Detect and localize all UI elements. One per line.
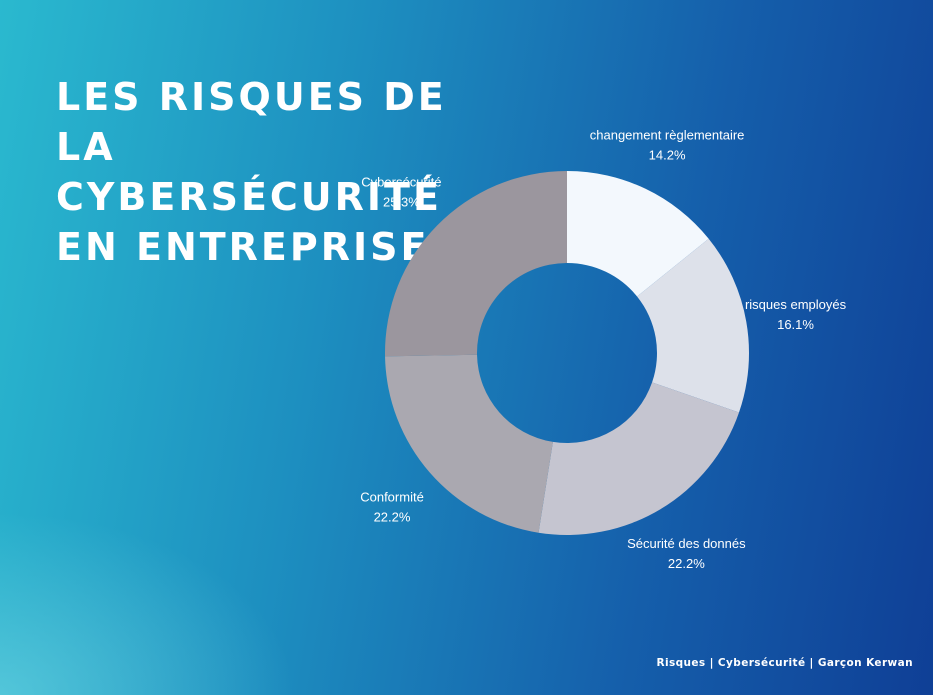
- slice-value-5: 25.3%: [383, 195, 420, 210]
- footer-caption: Risques | Cybersécurité | Garçon Kerwan: [656, 657, 913, 669]
- donut-slice-4: [385, 354, 553, 533]
- slice-value-4: 22.2%: [374, 509, 411, 524]
- donut-chart: changement règlementaire 14.2% risques emp…: [360, 128, 847, 571]
- donut-slice-3: [538, 382, 740, 535]
- slice-label-1: changement règlementaire: [590, 128, 745, 143]
- slice-label-5: Cybersécurité: [361, 175, 441, 190]
- slice-label-4: Conformité: [360, 489, 424, 504]
- slice-value-3: 22.2%: [668, 556, 705, 571]
- slide: LES RISQUES DE LA CYBERSÉCURITÉ EN ENTRE…: [0, 0, 933, 695]
- slice-label-2: risques employés: [745, 297, 847, 312]
- slice-label-3: Sécurité des donnés: [627, 536, 746, 551]
- slice-value-1: 14.2%: [649, 148, 686, 163]
- slice-value-2: 16.1%: [777, 317, 814, 332]
